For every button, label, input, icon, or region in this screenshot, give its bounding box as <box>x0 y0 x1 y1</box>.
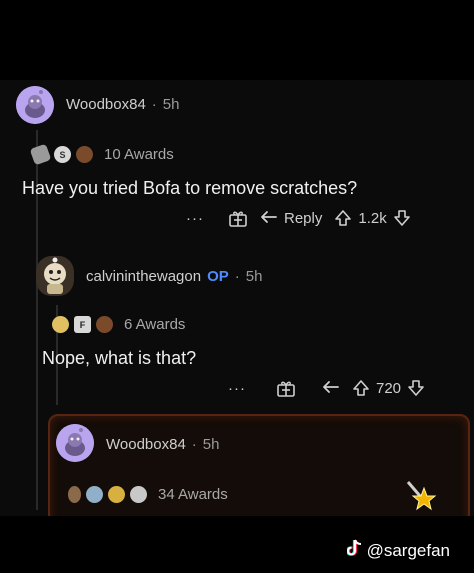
comment-actions: ··· Reply 1.2k <box>186 208 411 228</box>
upvote-icon[interactable] <box>334 209 352 227</box>
awards-row[interactable]: F 6 Awards <box>52 316 185 333</box>
give-award-button[interactable] <box>228 208 248 228</box>
vote-score: 1.2k <box>358 209 387 227</box>
comment-thread: Woodbox84 · 5h S 10 Awards Have you tried … <box>0 80 474 516</box>
avatar[interactable] <box>36 256 74 296</box>
username[interactable]: calvininthewagon <box>86 268 201 285</box>
award-star-icon <box>108 486 125 503</box>
comment-actions: ··· 720 <box>228 378 425 398</box>
reply-arrow-icon <box>261 211 277 223</box>
award-silver-icon: S <box>54 146 71 163</box>
vote-controls: 720 <box>352 379 425 397</box>
downvote-icon[interactable] <box>393 209 411 227</box>
awards-count: 6 Awards <box>124 316 186 333</box>
reply-label: Reply <box>284 209 323 227</box>
award-wholesome-icon <box>52 316 69 333</box>
more-options-button[interactable]: ··· <box>186 210 204 227</box>
username[interactable]: Woodbox84 <box>106 436 186 453</box>
awards-row[interactable]: 34 Awards <box>68 486 228 503</box>
avatar[interactable] <box>16 86 54 124</box>
op-badge: OP <box>207 268 229 285</box>
snoo-avatar-icon <box>56 424 94 462</box>
timestamp: 5h <box>162 96 180 113</box>
timestamp: 5h <box>202 436 220 453</box>
separator: · <box>234 268 240 285</box>
moderator-star-icon <box>404 480 438 516</box>
awards-row[interactable]: S 10 Awards <box>29 143 174 166</box>
award-poop-icon <box>76 146 93 163</box>
separator: · <box>191 436 197 453</box>
gift-icon <box>277 381 295 397</box>
award-press-f-icon: F <box>74 316 91 333</box>
avatar[interactable] <box>56 424 94 462</box>
tiktok-icon <box>345 539 363 562</box>
awards-count: 34 Awards <box>158 486 228 503</box>
snoo-avatar-icon <box>44 257 66 294</box>
timestamp: 5h <box>245 268 263 285</box>
gift-icon <box>229 211 247 227</box>
award-bowl-icon <box>130 486 147 503</box>
award-drink-icon <box>68 486 81 503</box>
reply-button[interactable] <box>322 380 340 396</box>
awards-count: 10 Awards <box>104 146 174 163</box>
watermark: @sargefan <box>345 539 450 562</box>
comment-body: Nope, what is that? <box>42 348 197 368</box>
award-poop-icon <box>96 316 113 333</box>
comment-header: Woodbox84 · 5h <box>106 436 219 453</box>
reply-button[interactable]: Reply <box>260 210 322 227</box>
upvote-icon[interactable] <box>352 379 370 397</box>
snoo-avatar-icon <box>16 86 54 124</box>
reply-arrow-icon <box>323 381 339 393</box>
comment-header: calvininthewagon OP · 5h <box>86 268 262 285</box>
award-galaxy-brain-icon <box>86 486 103 503</box>
comment-header: Woodbox84 · 5h <box>66 96 179 113</box>
comment-body: Have you tried Bofa to remove scratches? <box>22 178 358 198</box>
award-hands-icon <box>29 143 52 166</box>
vote-controls: 1.2k <box>334 209 410 227</box>
give-award-button[interactable] <box>276 378 296 398</box>
watermark-handle: @sargefan <box>366 540 450 560</box>
username[interactable]: Woodbox84 <box>66 96 146 113</box>
more-options-button[interactable]: ··· <box>228 380 246 397</box>
separator: · <box>151 96 157 113</box>
downvote-icon[interactable] <box>407 379 425 397</box>
vote-score: 720 <box>376 379 402 397</box>
